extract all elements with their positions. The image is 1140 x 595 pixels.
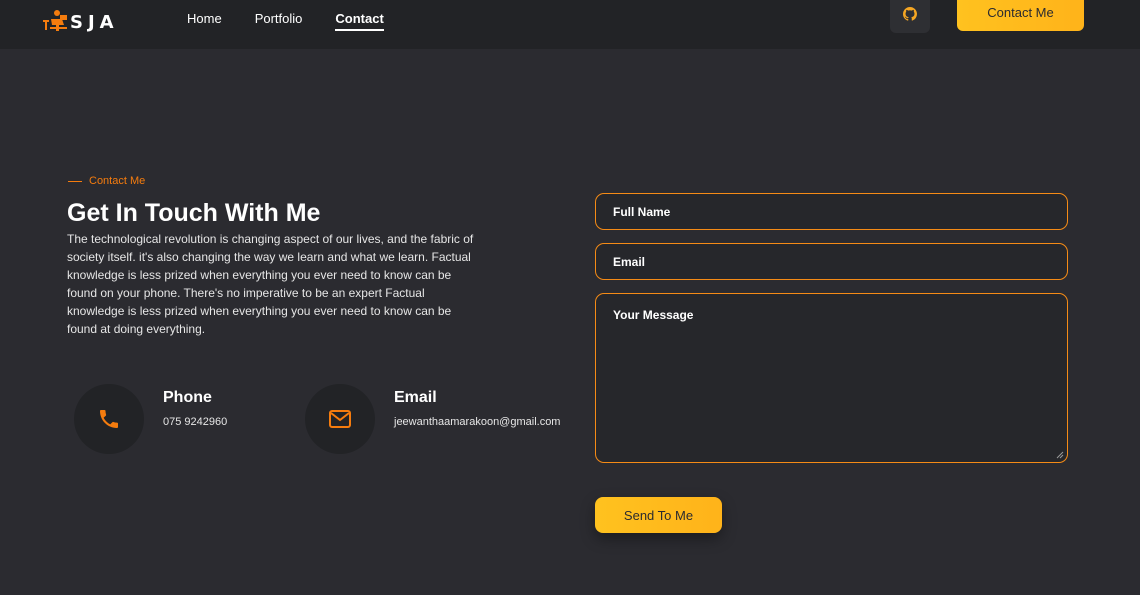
resize-handle-icon[interactable] bbox=[1056, 451, 1064, 459]
email-icon-circle bbox=[305, 384, 375, 454]
phone-value[interactable]: 075 9242960 bbox=[163, 416, 227, 428]
github-button[interactable] bbox=[890, 0, 930, 33]
phone-label: Phone bbox=[163, 389, 212, 406]
eyebrow-label: Contact Me bbox=[89, 175, 146, 187]
page-title: Get In Touch With Me bbox=[67, 199, 321, 227]
nav-portfolio[interactable]: Portfolio bbox=[255, 11, 303, 31]
email-placeholder: Email bbox=[613, 254, 646, 269]
message-placeholder: Your Message bbox=[613, 308, 694, 322]
mail-icon bbox=[329, 410, 351, 428]
eyebrow-line bbox=[68, 180, 82, 182]
top-navbar: SJA Home Portfolio Contact Contact Me bbox=[0, 0, 1140, 49]
full-name-input[interactable]: Full Name bbox=[595, 193, 1068, 230]
main-nav: Home Portfolio Contact bbox=[187, 11, 417, 31]
contact-me-button[interactable]: Contact Me bbox=[957, 0, 1084, 31]
message-textarea[interactable]: Your Message bbox=[595, 293, 1068, 463]
section-eyebrow: Contact Me bbox=[68, 175, 145, 187]
nav-home[interactable]: Home bbox=[187, 11, 222, 31]
phone-icon bbox=[100, 410, 118, 428]
logo-person-icon bbox=[43, 10, 67, 31]
email-value[interactable]: jeewanthaamarakoon@gmail.com bbox=[394, 416, 560, 428]
site-logo[interactable]: SJA bbox=[42, 8, 119, 34]
section-description: The technological revolution is changing… bbox=[67, 232, 474, 336]
email-label: Email bbox=[394, 389, 437, 406]
nav-contact[interactable]: Contact bbox=[335, 11, 384, 31]
send-button[interactable]: Send To Me bbox=[595, 497, 722, 533]
github-icon bbox=[903, 6, 917, 21]
full-name-placeholder: Full Name bbox=[613, 204, 671, 219]
phone-icon-circle bbox=[74, 384, 144, 454]
email-input[interactable]: Email bbox=[595, 243, 1068, 280]
logo-text: SJA bbox=[70, 11, 119, 33]
